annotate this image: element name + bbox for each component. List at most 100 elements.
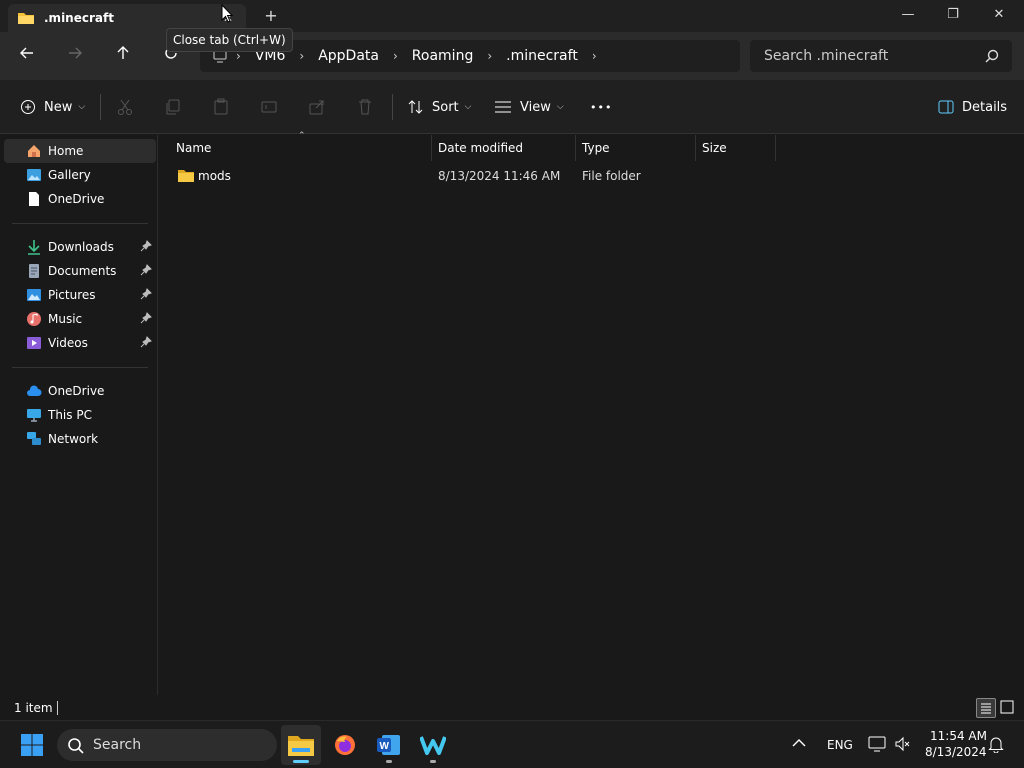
back-arrow-icon [20, 47, 33, 59]
sidebar-item-home[interactable]: Home [4, 139, 156, 163]
column-header-date[interactable]: Date modified [432, 135, 576, 161]
active-indicator [293, 760, 309, 763]
minimize-button[interactable]: — [885, 0, 931, 30]
breadcrumb-roaming[interactable]: Roaming [412, 48, 474, 64]
music-icon [27, 312, 41, 326]
sidebar-item-label: Pictures [48, 288, 96, 302]
sort-button[interactable]: Sort ⌵ [408, 96, 471, 118]
taskbar-firefox[interactable] [325, 725, 365, 765]
sidebar-item-onedrive[interactable]: OneDrive [4, 379, 156, 403]
forward-button[interactable] [63, 44, 87, 68]
clock-time[interactable]: 11:54 AM [930, 729, 987, 743]
sidebar-item-onedrive-personal[interactable]: OneDrive [4, 187, 156, 211]
tab-title: .minecraft [44, 11, 114, 25]
column-header-type[interactable]: Type [576, 135, 696, 161]
breadcrumb-appdata[interactable]: AppData [318, 48, 379, 64]
taskbar-word[interactable]: W [369, 725, 409, 765]
wondershare-icon [420, 736, 446, 755]
network-icon [27, 432, 41, 445]
sidebar-item-network[interactable]: Network [4, 427, 156, 451]
sidebar-item-label: OneDrive [48, 384, 105, 398]
sidebar-item-videos[interactable]: Videos [4, 331, 156, 355]
display-icon[interactable] [868, 735, 886, 756]
navigation-pane: Home Gallery OneDrive Downloads Document… [0, 135, 158, 695]
volume-muted-icon[interactable] [894, 735, 912, 756]
column-header-name[interactable]: Name [170, 135, 432, 161]
breadcrumb-minecraft[interactable]: .minecraft [506, 48, 578, 64]
chevron-down-icon: ⌵ [464, 102, 472, 112]
new-tab-button[interactable]: + [262, 6, 280, 26]
chevron-right-icon[interactable]: › [393, 49, 398, 63]
forward-arrow-icon [69, 47, 82, 59]
up-button[interactable] [111, 44, 135, 68]
divider [12, 223, 148, 224]
running-indicator [430, 760, 436, 763]
sidebar-item-gallery[interactable]: Gallery [4, 163, 156, 187]
videos-icon [27, 337, 41, 349]
sort-icon [408, 100, 423, 114]
sidebar-item-music[interactable]: Music [4, 307, 156, 331]
pin-icon[interactable] [140, 264, 152, 276]
list-view-icon [981, 703, 991, 714]
clock-date[interactable]: 8/13/2024 [925, 745, 987, 759]
taskbar-file-explorer[interactable] [281, 725, 321, 765]
chevron-down-icon: ⌵ [556, 102, 564, 112]
close-window-button[interactable]: ✕ [976, 0, 1022, 30]
restore-button[interactable]: ❐ [930, 0, 976, 30]
taskbar-search[interactable]: Search [57, 729, 277, 761]
sidebar-item-this-pc[interactable]: This PC [4, 403, 156, 427]
sidebar-item-pictures[interactable]: Pictures [4, 283, 156, 307]
sidebar-item-label: Videos [48, 336, 88, 350]
title-bar: .minecraft ✕ + — ❐ ✕ [0, 0, 1024, 32]
divider [57, 701, 58, 715]
windows-start-icon[interactable] [20, 733, 44, 757]
pin-icon[interactable] [140, 240, 152, 252]
column-header-size[interactable]: Size [696, 135, 776, 161]
pin-icon[interactable] [140, 288, 152, 300]
taskbar-wondershare-app[interactable] [413, 725, 453, 765]
language-indicator[interactable]: ENG [827, 738, 853, 752]
tiles-view-button[interactable] [998, 698, 1018, 718]
chevron-right-icon[interactable]: › [592, 49, 597, 63]
rename-icon[interactable] [260, 98, 278, 116]
sidebar-item-label: Gallery [48, 168, 91, 182]
folder-icon [178, 170, 194, 182]
file-row[interactable]: mods 8/13/2024 11:46 AM File folder [170, 165, 790, 187]
chevron-right-icon[interactable]: › [487, 49, 492, 63]
pin-icon[interactable] [140, 336, 152, 348]
details-view-button[interactable] [976, 698, 996, 718]
copy-icon[interactable] [164, 98, 182, 116]
notification-bell-icon[interactable] [988, 735, 1004, 756]
command-bar: New ⌵ Sort ⌵ View ⌵ ••• Details [0, 80, 1024, 134]
address-row: › VM6 › AppData › Roaming › .minecraft ›… [0, 32, 1024, 80]
sidebar-item-label: Music [48, 312, 83, 326]
chevron-right-icon[interactable]: › [299, 49, 304, 63]
sort-label: Sort [432, 99, 459, 115]
file-name: mods [198, 169, 231, 183]
sidebar-item-label: Documents [48, 264, 117, 278]
search-placeholder: Search .minecraft [764, 48, 889, 64]
share-icon[interactable] [308, 98, 326, 116]
sidebar-item-documents[interactable]: Documents [4, 259, 156, 283]
taskbar-search-label: Search [93, 737, 142, 753]
new-button[interactable]: New ⌵ [20, 96, 85, 118]
more-options-button[interactable]: ••• [590, 96, 612, 118]
delete-icon[interactable] [356, 98, 374, 116]
up-arrow-icon [117, 46, 129, 59]
show-hidden-icons-chevron-icon[interactable] [792, 737, 806, 751]
file-type: File folder [582, 169, 641, 183]
search-input[interactable]: Search .minecraft [750, 40, 1012, 72]
download-icon [28, 240, 40, 255]
details-button[interactable]: Details [938, 96, 1007, 118]
sidebar-item-downloads[interactable]: Downloads [4, 235, 156, 259]
cut-icon[interactable] [116, 98, 134, 116]
item-count: 1 item [14, 701, 53, 715]
divider [392, 94, 393, 120]
pin-icon[interactable] [140, 312, 152, 324]
pc-icon [27, 409, 41, 422]
back-button[interactable] [15, 44, 39, 68]
taskbar: Search W ENG 11:54 AM 8/13/2024 [0, 720, 1024, 768]
status-bar: 1 item [0, 696, 1024, 720]
view-button[interactable]: View ⌵ [494, 96, 564, 118]
paste-icon[interactable] [212, 98, 230, 116]
